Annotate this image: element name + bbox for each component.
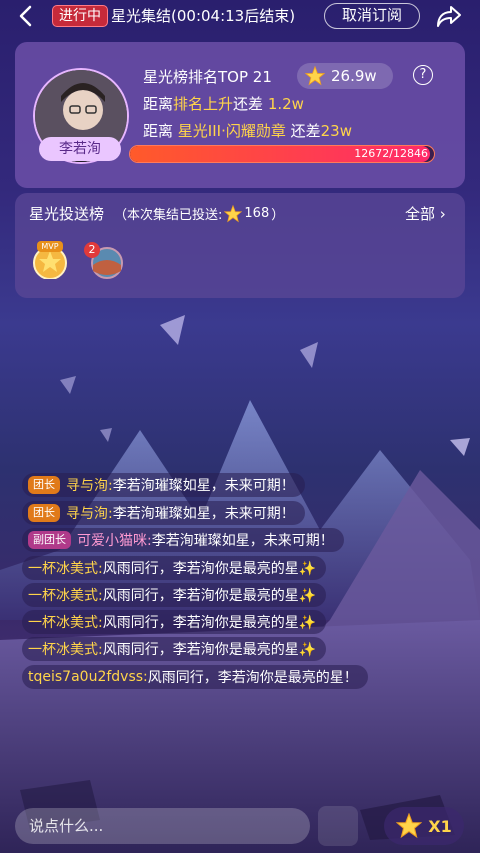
chat-text: 风雨同行，李若洵你是最亮的星✨: [102, 561, 317, 577]
view-all-link[interactable]: 全部 ›: [405, 203, 446, 224]
star-icon: [305, 66, 325, 86]
donor-subtitle-suffix: ）: [271, 208, 285, 223]
score-value: 26.9w: [331, 67, 377, 85]
chat-message: 团长 寻与洵: 李若洵璀璨如星，未来可期！: [22, 473, 305, 497]
medal-target: 星光III·闪耀勋章: [177, 122, 286, 140]
chat-message: 副团长 可爱小猫咪: 李若洵璀璨如星，未来可期！: [22, 528, 344, 552]
chevron-right-icon: ›: [439, 205, 446, 223]
chat-message: 一杯冰美式: 风雨同行，李若洵你是最亮的星✨: [22, 556, 327, 580]
score-pill: 26.9w: [297, 63, 393, 89]
medal-prefix: 距离: [143, 122, 174, 140]
donor-subtitle: （本次集结已投送: 168 ）: [114, 204, 284, 223]
chat-message: 一杯冰美式: 风雨同行，李若洵你是最亮的星✨: [22, 583, 327, 607]
chat-nick[interactable]: 一杯冰美式:: [28, 585, 103, 605]
avatar-name-tag: 李若洵: [39, 137, 121, 161]
chat-message: tqeis7a0u2fdvss: 风雨同行，李若洵你是最亮的星！: [22, 665, 368, 689]
cancel-subscription-button[interactable]: 取消订阅: [324, 3, 420, 29]
back-arrow-icon[interactable]: [14, 4, 38, 28]
chat-message: 一杯冰美式: 风雨同行，李若洵你是最亮的星✨: [22, 637, 327, 661]
chat-text: 李若洵璀璨如星，未来可期！: [112, 478, 295, 494]
role-badge: 团长: [28, 504, 60, 522]
rank-label: 星光榜排名TOP 21: [143, 68, 272, 86]
gap-prefix: 距离: [143, 95, 174, 113]
gap-target: 排名上升: [173, 95, 234, 113]
chat-nick[interactable]: 寻与洵:: [66, 475, 113, 495]
view-all-label: 全部: [405, 205, 436, 223]
chat-text: 风雨同行，李若洵你是最亮的星✨: [102, 588, 317, 604]
medal-value: 23w: [320, 122, 352, 140]
chat-text: 风雨同行，李若洵你是最亮的星✨: [102, 642, 317, 658]
donor-second[interactable]: 2: [81, 241, 127, 279]
donor-total: 168: [244, 206, 270, 221]
gap-value: 1.2w: [267, 95, 304, 113]
donor-mvp[interactable]: MVP: [27, 241, 73, 280]
chat-nick[interactable]: tqeis7a0u2fdvss:: [28, 669, 148, 685]
watermark-icon: [318, 806, 358, 846]
gap-middle: 还差: [233, 95, 264, 113]
progress-text: 12672/12846: [354, 147, 428, 160]
donor-title: 星光投送榜 （本次集结已投送: 168 ）: [29, 203, 284, 224]
chat-text: 风雨同行，李若洵你是最亮的星✨: [102, 615, 317, 631]
rank-card: 李若洵 星光榜排名TOP 21 26.9w ? 距离排名上升还差 1.2w 距离…: [15, 42, 465, 188]
chat-message: 一杯冰美式: 风雨同行，李若洵你是最亮的星✨: [22, 610, 327, 634]
chat-nick[interactable]: 一杯冰美式:: [28, 639, 103, 659]
medal-gap: 距离 星光III·闪耀勋章 还差23w: [143, 120, 352, 141]
medal-middle: 还差: [290, 122, 321, 140]
mvp-badge: MVP: [41, 242, 59, 251]
chat-input[interactable]: 说点什么...: [15, 808, 310, 844]
chat-text: 李若洵璀璨如星，未来可期！: [151, 533, 334, 549]
chat-nick[interactable]: 寻与洵:: [66, 503, 113, 523]
chat-text: 风雨同行，李若洵你是最亮的星！: [147, 670, 358, 686]
gift-count: X1: [428, 816, 452, 836]
role-badge: 副团长: [28, 531, 71, 549]
donor-subtitle-prefix: （本次集结已投送:: [114, 208, 223, 223]
donor-title-text: 星光投送榜: [29, 205, 105, 223]
live-status-badge: 进行中: [52, 5, 108, 27]
chat-text: 李若洵璀璨如星，未来可期！: [112, 506, 295, 522]
help-icon[interactable]: ?: [413, 65, 433, 85]
role-badge: 团长: [28, 476, 60, 494]
top-bar: 进行中 星光集结(00:04:13后结束) 取消订阅: [0, 0, 480, 32]
progress-bar: 12672/12846: [129, 145, 435, 163]
chat-message: 团长 寻与洵: 李若洵璀璨如星，未来可期！: [22, 501, 305, 525]
chat-nick[interactable]: 可爱小猫咪:: [77, 530, 152, 550]
share-icon[interactable]: [436, 4, 462, 28]
page-title: 星光集结(00:04:13后结束): [111, 7, 296, 25]
star-icon: [224, 204, 243, 222]
donor-card: 星光投送榜 （本次集结已投送: 168 ） 全部 › MVP 2: [15, 193, 465, 298]
chat-nick[interactable]: 一杯冰美式:: [28, 612, 103, 632]
chat-nick[interactable]: 一杯冰美式:: [28, 558, 103, 578]
rank-up-gap: 距离排名上升还差 1.2w: [143, 93, 304, 114]
star-icon: [396, 813, 423, 839]
rank-badge: 2: [88, 243, 96, 256]
send-star-button[interactable]: X1: [384, 807, 464, 845]
